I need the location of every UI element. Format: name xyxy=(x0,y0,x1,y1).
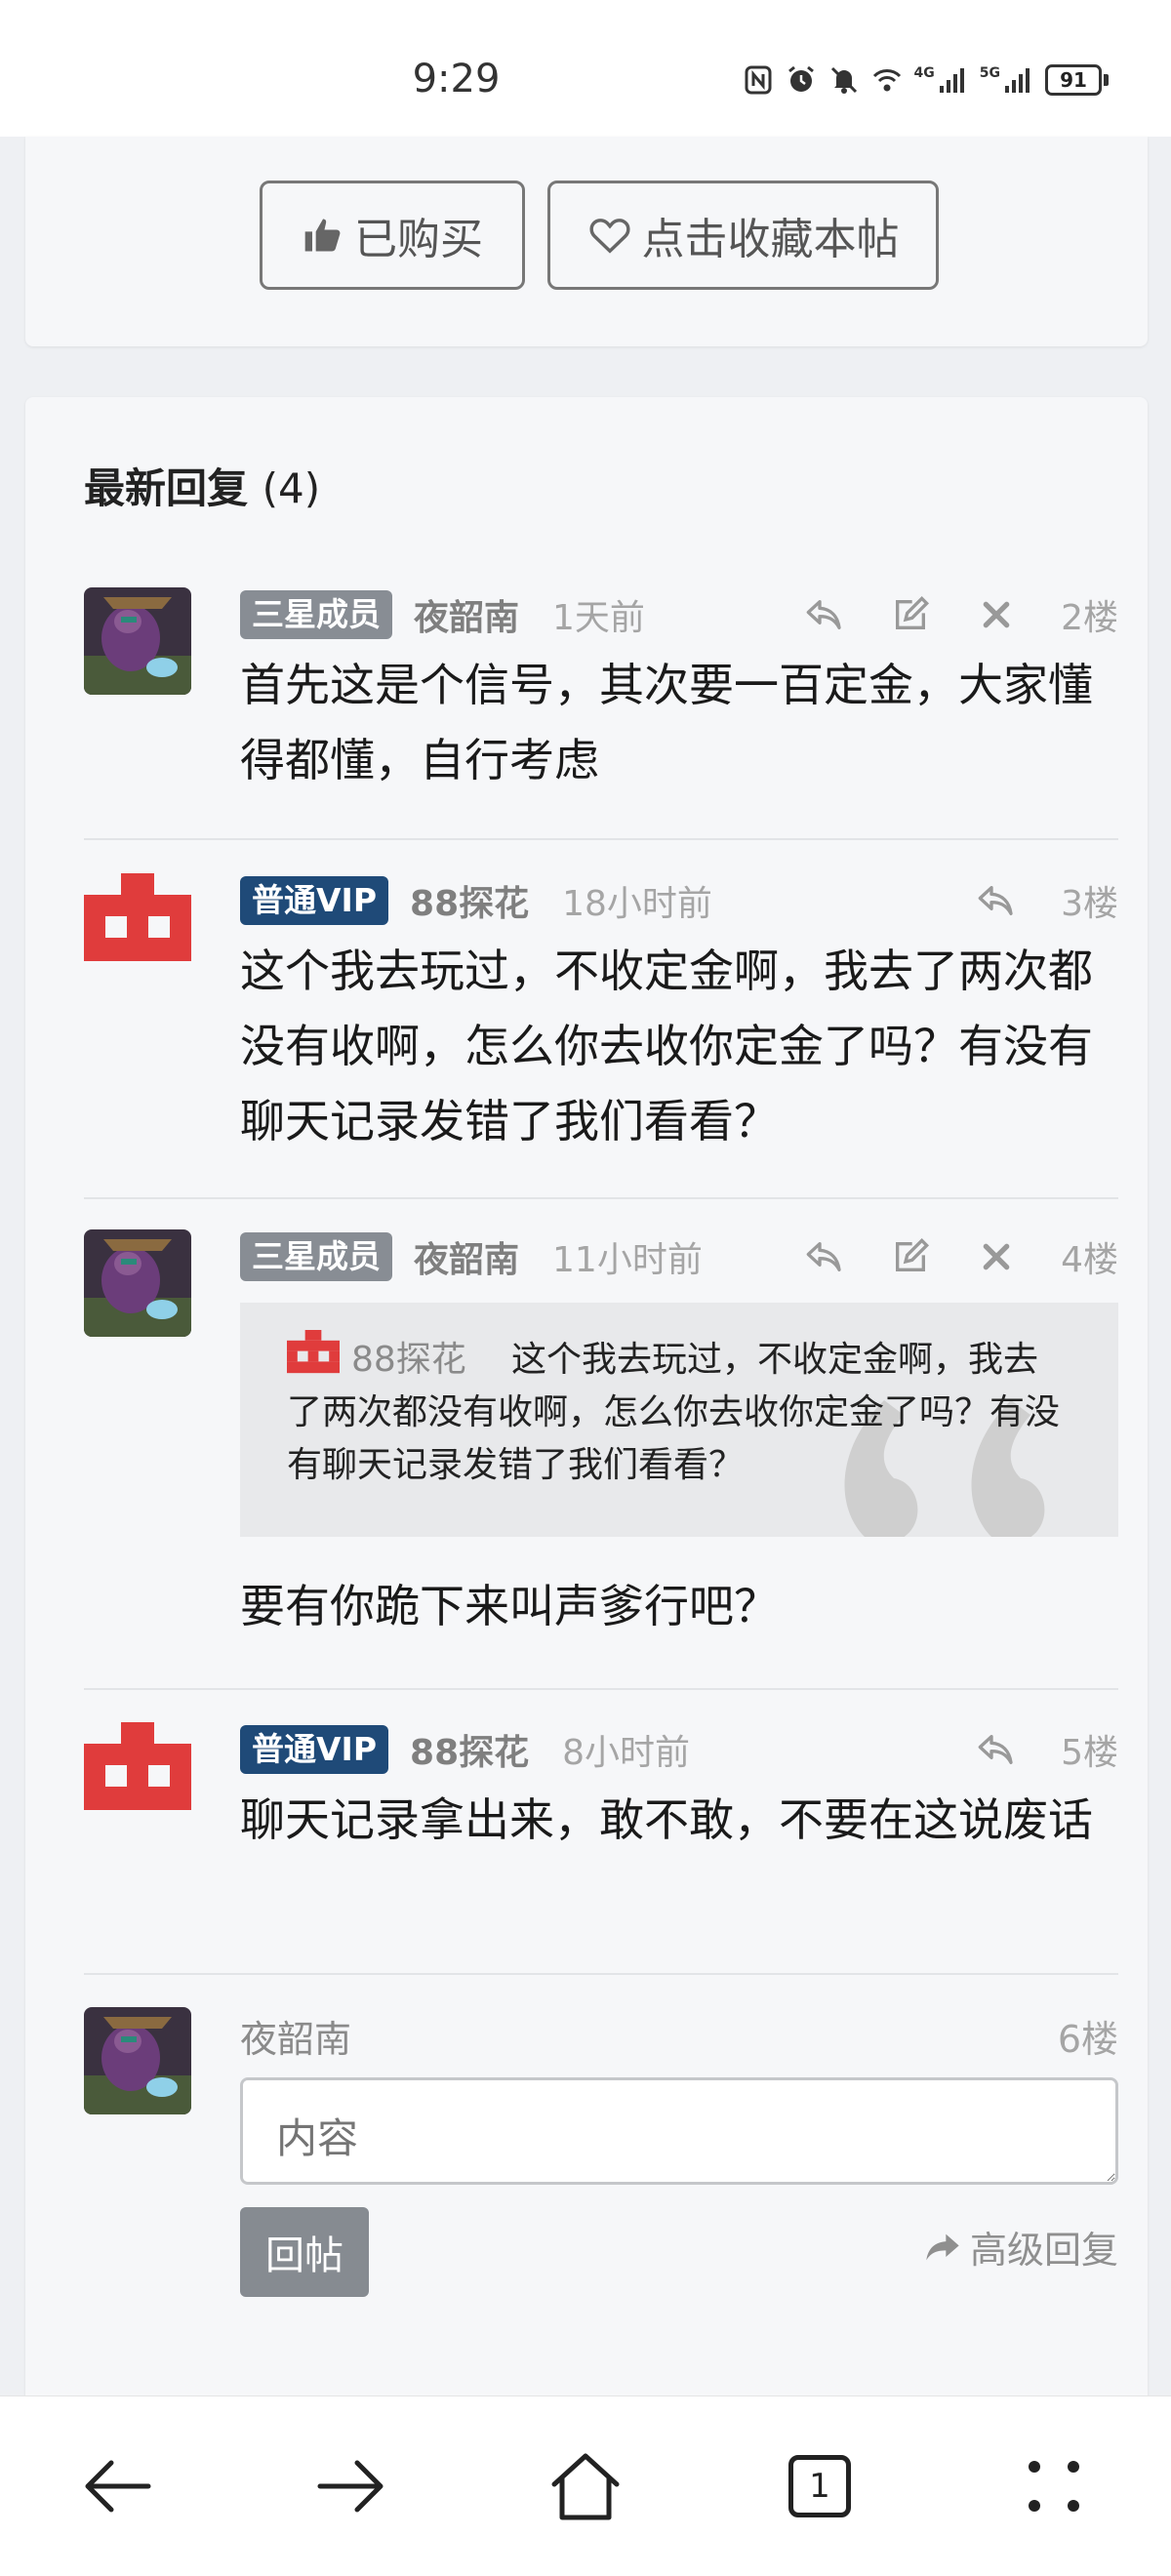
status-bar: 9:29 4G 5G 91 xyxy=(0,0,1171,137)
post-text: 这个我去玩过，不收定金啊，我去了两次都没有收啊，怎么你去收你定金了吗？有没有聊天… xyxy=(240,945,1093,1147)
submit-reply-button[interactable]: 回帖 xyxy=(240,2207,369,2297)
replies-title: 最新回复 (4) xyxy=(84,456,320,515)
advanced-reply-link[interactable]: 高级回复 xyxy=(923,2220,1118,2274)
member-badge: 三星成员 xyxy=(240,1232,392,1281)
favorite-button[interactable]: 点击收藏本帖 xyxy=(547,181,939,290)
delete-icon[interactable] xyxy=(975,593,1018,636)
post-time: 1天前 xyxy=(552,598,645,638)
favorite-label: 点击收藏本帖 xyxy=(641,215,900,264)
floor-number: 2楼 xyxy=(1061,598,1118,638)
divider xyxy=(84,838,1118,840)
post-actions-card: 已购买 点击收藏本帖 xyxy=(25,137,1148,346)
post-text: 首先这是个信号，其次要一百定金，大家懂得都懂，自行考虑 xyxy=(240,659,1093,786)
floor-number: 5楼 xyxy=(1061,1733,1118,1773)
more-button[interactable] xyxy=(1005,2437,1103,2535)
home-icon xyxy=(551,2453,620,2520)
username[interactable]: 夜韶南 xyxy=(414,589,519,640)
avatar[interactable] xyxy=(84,1722,191,1830)
edit-icon[interactable] xyxy=(889,593,932,636)
replies-title-text: 最新回复 xyxy=(84,464,249,512)
reply-post: 普通VIP 88探花 8小时前 5楼 聊天记录拿出来，敢不敢，不要在这说废话 xyxy=(84,1722,1118,1947)
back-icon xyxy=(85,2460,151,2513)
character-avatar-image xyxy=(84,587,191,695)
forward-icon xyxy=(317,2460,384,2513)
replies-card: 最新回复 (4) 三星成员 夜韶南 1天前 2楼 首先这是个信号，其次要一百定金… xyxy=(25,397,1148,2407)
reply-content-input[interactable] xyxy=(240,2077,1118,2185)
avatar xyxy=(84,2007,191,2114)
tabs-button[interactable]: 1 xyxy=(771,2437,868,2535)
back-button[interactable] xyxy=(68,2437,166,2535)
tabs-icon: 1 xyxy=(788,2455,851,2517)
quote-text: 这个我去玩过，不收定金啊，我去了两次都没有收啊，怎么你去收你定金了吗？有没有聊天… xyxy=(287,1340,1061,1485)
replies-count: (4) xyxy=(262,464,321,512)
divider xyxy=(84,1197,1118,1199)
vip-avatar-image xyxy=(84,1722,191,1830)
floor-number: 4楼 xyxy=(1061,1240,1118,1280)
signal-icon xyxy=(939,68,964,93)
character-avatar-image xyxy=(84,2007,191,2114)
reply-icon[interactable] xyxy=(975,879,1018,922)
username[interactable]: 88探花 xyxy=(410,1724,529,1775)
divider xyxy=(84,1688,1118,1690)
username[interactable]: 88探花 xyxy=(410,875,529,926)
member-badge: 三星成员 xyxy=(240,590,392,639)
post-meta: 普通VIP 88探花 8小时前 5楼 xyxy=(240,1724,1118,1775)
alarm-icon xyxy=(787,65,814,92)
delete-icon[interactable] xyxy=(975,1235,1018,1278)
forward-button[interactable] xyxy=(303,2437,400,2535)
reply-icon[interactable] xyxy=(803,593,846,636)
username[interactable]: 夜韶南 xyxy=(414,1231,519,1282)
post-time: 18小时前 xyxy=(562,884,712,924)
network-type-b: 5G xyxy=(979,65,1000,81)
status-icons: 4G 5G 91 xyxy=(743,64,1109,96)
reply-icon[interactable] xyxy=(803,1235,846,1278)
wifi-icon xyxy=(872,69,901,92)
heart-icon xyxy=(588,219,630,254)
reply-form: 夜韶南 6楼 回帖 高级回复 xyxy=(84,2007,1118,2329)
member-badge: 普通VIP xyxy=(240,876,389,925)
network-type-a: 4G xyxy=(913,65,935,81)
home-button[interactable] xyxy=(537,2437,634,2535)
reply-floor: 6楼 xyxy=(1057,2018,1118,2061)
avatar[interactable] xyxy=(84,873,191,981)
battery-level: 91 xyxy=(1045,64,1102,96)
quoted-reply: 88探花 这个我去玩过，不收定金啊，我去了两次都没有收啊，怎么你去收你定金了吗？… xyxy=(240,1303,1118,1537)
thumbs-up-icon xyxy=(304,219,341,252)
character-avatar-image xyxy=(84,1229,191,1337)
advanced-reply-label: 高级回复 xyxy=(969,2229,1118,2272)
battery-icon: 91 xyxy=(1045,64,1109,96)
mute-icon xyxy=(830,66,857,94)
post-meta: 三星成员 夜韶南 11小时前 4楼 xyxy=(240,1231,1118,1282)
edit-icon[interactable] xyxy=(889,1235,932,1278)
member-badge: 普通VIP xyxy=(240,1725,389,1774)
reply-post: 三星成员 夜韶南 11小时前 4楼 88探花 这个我去玩过，不收定金啊，我去了两… xyxy=(84,1229,1118,1659)
reply-post: 普通VIP 88探花 18小时前 3楼 这个我去玩过，不收定金啊，我去了两次都没… xyxy=(84,873,1118,1166)
avatar[interactable] xyxy=(84,587,191,695)
post-text: 要有你跪下来叫声爹行吧？ xyxy=(240,1580,779,1632)
post-text: 聊天记录拿出来，敢不敢，不要在这说废话 xyxy=(240,1793,1093,1846)
reply-username: 夜韶南 xyxy=(240,2018,352,2061)
signal-icon-2 xyxy=(1005,68,1030,93)
reply-post: 三星成员 夜韶南 1天前 2楼 首先这是个信号，其次要一百定金，大家懂得都懂，自… xyxy=(84,587,1118,812)
bought-label: 已购买 xyxy=(354,215,483,264)
post-time: 11小时前 xyxy=(552,1240,703,1280)
avatar[interactable] xyxy=(84,1229,191,1337)
bought-button[interactable]: 已购买 xyxy=(260,181,525,290)
vip-avatar-image xyxy=(84,873,191,981)
floor-number: 3楼 xyxy=(1061,884,1118,924)
share-arrow-icon xyxy=(926,2234,959,2260)
divider xyxy=(84,1973,1118,1975)
reply-icon[interactable] xyxy=(975,1728,1018,1771)
more-icon xyxy=(1029,2461,1079,2512)
post-meta: 普通VIP 88探花 18小时前 3楼 xyxy=(240,875,1118,926)
post-time: 8小时前 xyxy=(562,1733,691,1773)
browser-bottom-nav: 1 xyxy=(0,2395,1171,2576)
post-meta: 三星成员 夜韶南 1天前 2楼 xyxy=(240,589,1118,640)
nfc-icon xyxy=(745,65,772,95)
